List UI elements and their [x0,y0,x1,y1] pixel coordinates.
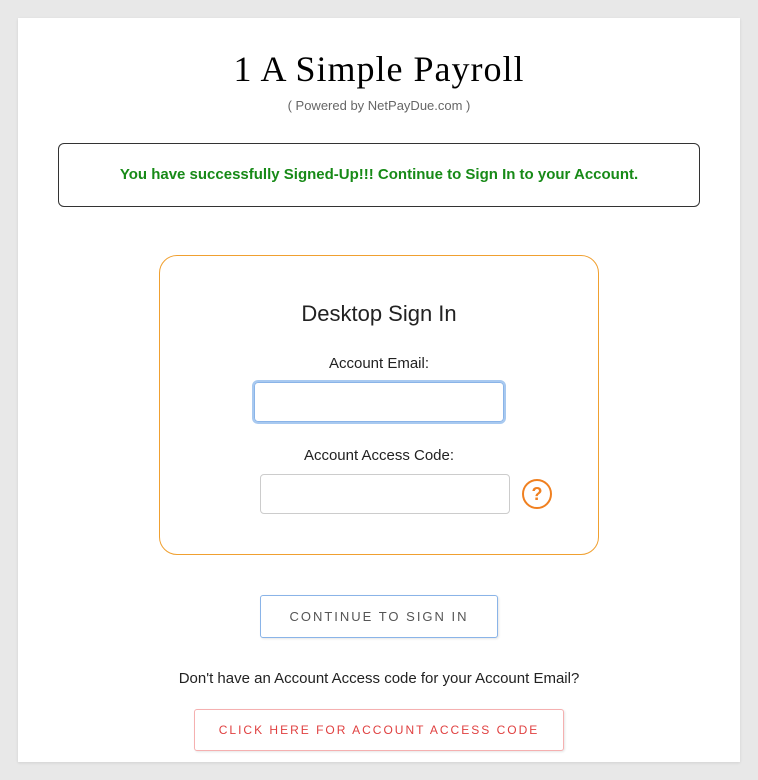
helper-text: Don't have an Account Access code for yo… [58,670,700,687]
email-input[interactable] [254,382,504,422]
subtitle: ( Powered by NetPayDue.com ) [58,98,700,113]
help-icon[interactable]: ? [522,479,552,509]
access-code-input[interactable] [260,474,510,514]
success-banner: You have successfully Signed-Up!!! Conti… [58,143,700,207]
actions-section: CONTINUE TO SIGN IN Don't have an Accoun… [58,595,700,751]
app-title: 1 A Simple Payroll [58,48,700,90]
get-access-code-button[interactable]: CLICK HERE FOR ACCOUNT ACCESS CODE [194,709,565,751]
signin-panel: Desktop Sign In Account Email: Account A… [159,255,599,555]
header: 1 A Simple Payroll ( Powered by NetPayDu… [58,48,700,113]
success-message: You have successfully Signed-Up!!! Conti… [120,166,638,183]
code-label: Account Access Code: [195,447,563,464]
code-input-wrapper: ? [195,474,563,514]
email-input-wrapper [195,382,563,422]
main-card: 1 A Simple Payroll ( Powered by NetPayDu… [18,18,740,762]
email-label: Account Email: [195,355,563,372]
continue-button[interactable]: CONTINUE TO SIGN IN [260,595,497,638]
panel-title: Desktop Sign In [195,301,563,327]
